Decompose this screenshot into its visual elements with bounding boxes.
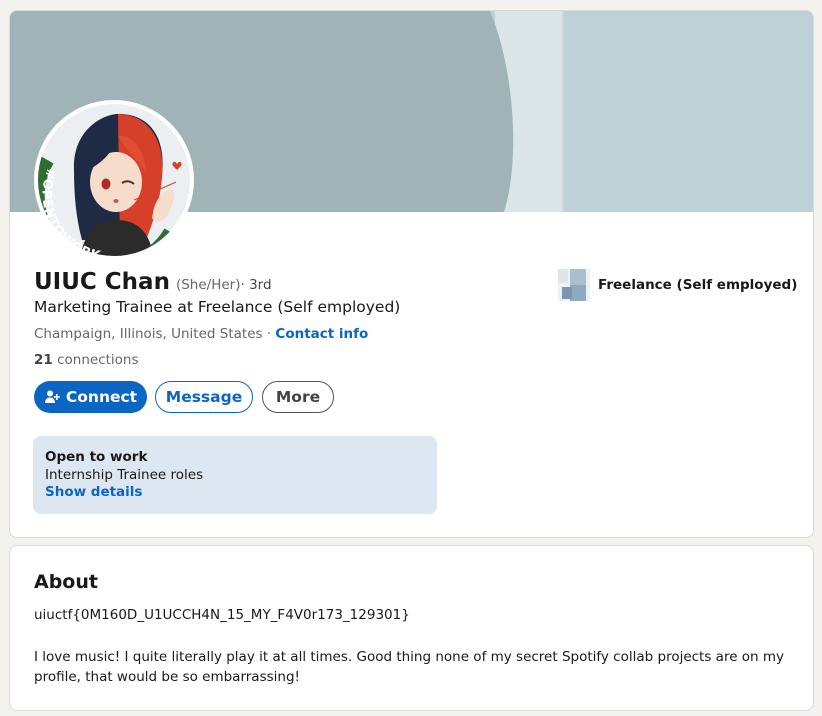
profile-card: #OPENTOWORK UIUC Chan (She/Her) · 3rd Ma… (9, 10, 814, 538)
connections-label: connections (52, 352, 139, 368)
profile-name-row: UIUC Chan (She/Her) · 3rd (34, 269, 272, 295)
about-title: About (34, 571, 98, 593)
connect-button-label: Connect (65, 388, 138, 406)
profile-headline: Marketing Trainee at Freelance (Self emp… (34, 298, 401, 316)
profile-location: Champaign, Illinois, United States (34, 326, 263, 342)
profile-avatar[interactable]: #OPENTOWORK (34, 100, 194, 264)
avatar: #OPENTOWORK (38, 104, 190, 264)
profile-pronouns: (She/Her) (175, 277, 241, 293)
location-separator: · (262, 326, 276, 342)
profile-name: UIUC Chan (34, 269, 170, 295)
open-to-work-roles: Internship Trainee roles (45, 467, 204, 483)
message-button-label: Message (165, 388, 243, 406)
profile-location-row: Champaign, Illinois, United States · Con… (34, 326, 368, 342)
about-card: About uiuctf{0M160D_U1UCCH4N_15_MY_F4V0r… (9, 545, 814, 711)
about-text: I love music! I quite literally play it … (34, 649, 785, 685)
open-to-work-card: Open to work Internship Trainee roles Sh… (33, 436, 437, 514)
about-flag-line: uiuctf{0M160D_U1UCCH4N_15_MY_F4V0r173_12… (34, 607, 410, 623)
show-details-link[interactable]: Show details (45, 484, 425, 501)
add-person-icon (44, 390, 60, 403)
more-button-label: More (275, 388, 321, 406)
connection-degree: · 3rd (240, 277, 272, 293)
connections-count[interactable]: 21 connections (34, 352, 139, 368)
connections-number: 21 (34, 352, 53, 368)
more-button[interactable]: More (262, 381, 334, 413)
current-company[interactable]: Freelance (Self employed) (558, 269, 797, 301)
company-logo-icon (558, 269, 590, 301)
message-button[interactable]: Message (155, 381, 253, 413)
contact-info-link[interactable]: Contact info (275, 326, 368, 342)
open-to-work-title: Open to work (45, 449, 148, 465)
company-name: Freelance (Self employed) (598, 277, 798, 293)
connect-button[interactable]: Connect (34, 381, 147, 413)
